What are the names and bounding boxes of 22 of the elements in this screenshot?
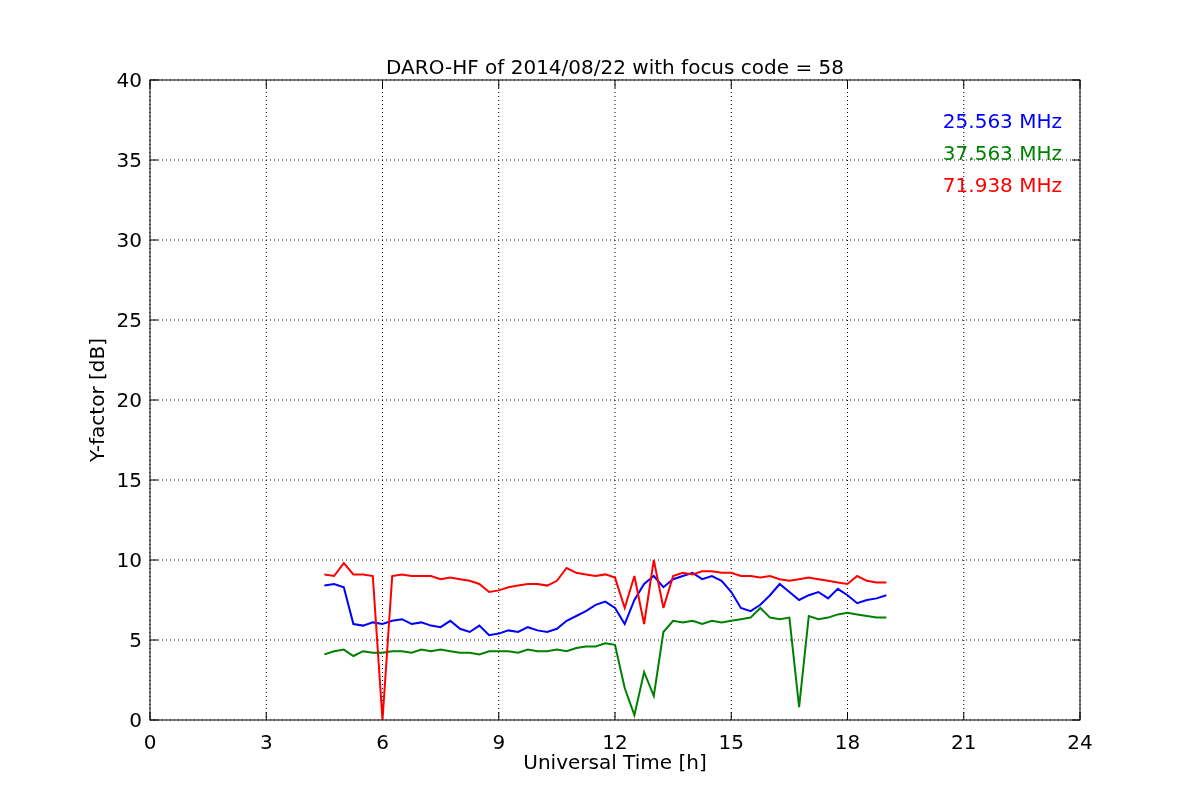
legend-label: 37.563 MHz [942,141,1062,165]
x-tick-label: 18 [834,730,861,754]
legend-label: 71.938 MHz [942,173,1062,197]
y-tick-label: 35 [116,148,142,172]
y-tick-label: 0 [129,708,142,732]
x-tick-label: 21 [951,730,977,754]
x-tick-label: 24 [1067,730,1093,754]
x-tick-label: 15 [718,730,744,754]
y-tick-label: 10 [116,548,142,572]
y-tick-label: 25 [116,308,142,332]
x-tick-label: 0 [143,730,157,754]
y-tick-label: 30 [116,228,142,252]
x-tick-label: 9 [492,730,506,754]
y-tick-label: 15 [116,468,142,492]
y-tick-label: 5 [129,628,142,652]
y-axis-label: Y-factor [dB] [85,338,109,462]
chart-title: DARO-HF of 2014/08/22 with focus code = 58 [386,55,844,79]
y-tick-label: 40 [116,68,142,92]
x-tick-label: 3 [259,730,273,754]
legend-label: 25.563 MHz [942,109,1062,133]
y-tick-label: 20 [116,388,142,412]
x-tick-label: 6 [376,730,389,754]
